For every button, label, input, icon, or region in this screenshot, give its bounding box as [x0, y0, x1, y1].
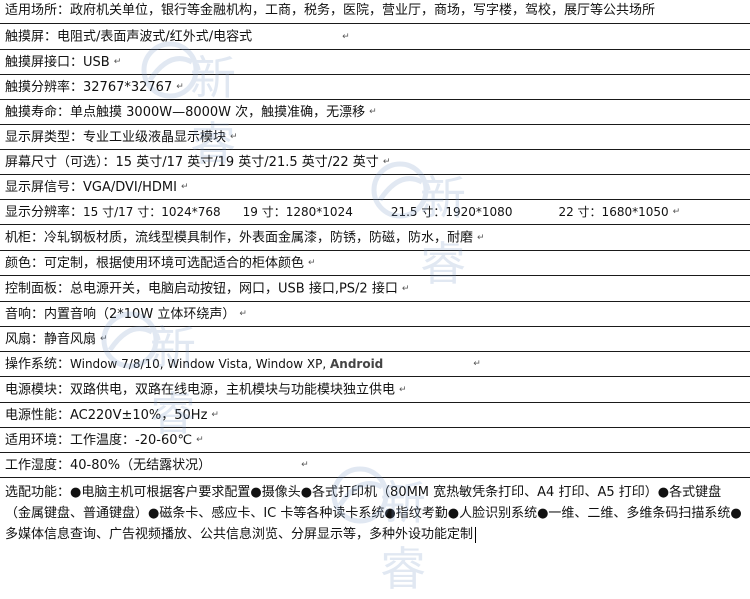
paragraph-mark-icon: ↵ [176, 82, 184, 92]
spec-document: 适用场所：政府机关单位，银行等金融机构，工商，税务，医院，营业厅，商场，写字楼，… [0, 0, 750, 596]
row-label: 适用场所： [5, 3, 71, 18]
resolution-21-5: 21.5 寸：1920*1080 [390, 205, 513, 219]
row-value: 单点触摸 3000W—8000W 次，触摸准确，无漂移 [70, 105, 366, 120]
paragraph-mark-icon: ↵ [301, 460, 309, 470]
row-value: AC220V±10%，50Hz [70, 408, 208, 423]
row-label: 风扇： [5, 332, 45, 347]
row-value: 专业工业级液晶显示模块 [83, 130, 227, 145]
spec-row-control-panel: 控制面板：总电源开关，电脑启动按钮，网口，USB 接口,PS/2 接口 ↵ [0, 276, 750, 302]
row-value: 电阻式/表面声波式/红外式/电容式 [57, 29, 253, 45]
spec-row-power-module: 电源模块：双路供电，双路在线电源，主机模块与功能模块独立供电 ↵ [0, 377, 750, 403]
row-label: 适用环境： [5, 433, 71, 448]
row-label: 触摸寿命： [5, 105, 71, 120]
row-value: 总电源开关，电脑启动按钮，网口，USB 接口,PS/2 接口 [70, 281, 398, 297]
row-label: 操作系统： [5, 357, 71, 372]
spec-row-fan: 风扇：静音风扇 ↵ [0, 327, 750, 352]
spec-row-touchscreen: 触摸屏：电阻式/表面声波式/红外式/电容式 ↵ [0, 24, 750, 50]
row-label: 控制面板： [5, 281, 71, 297]
row-label: 音响： [5, 307, 45, 322]
row-value: 15 英寸/17 英寸/19 英寸/21.5 英寸/22 英寸 [115, 155, 379, 170]
row-label: 机柜： [5, 230, 45, 246]
paragraph-mark-icon: ↵ [342, 32, 350, 42]
paragraph-mark-icon: ↵ [369, 107, 377, 117]
spec-row-humidity: 工作湿度：40-80%（无结露状况） ↵ [0, 453, 750, 478]
spec-row-os: 操作系统：Window 7/8/10, Window Vista, Window… [0, 352, 750, 377]
paragraph-mark-icon: ↵ [477, 233, 485, 243]
row-label: 颜色： [5, 256, 45, 271]
spec-row-display-signal: 显示屏信号：VGA/DVI/HDMI ↵ [0, 175, 750, 200]
paragraph-mark-icon: ↵ [399, 385, 407, 395]
paragraph-mark-icon: ↵ [113, 57, 122, 67]
row-value: 内置音响（2*10W 立体环绕声） [44, 307, 236, 322]
spec-row-touch-resolution: 触摸分辨率：32767*32767 ↵ [0, 75, 750, 100]
spec-row-audio: 音响：内置音响（2*10W 立体环绕声） ↵ [0, 302, 750, 327]
text-cursor [475, 526, 477, 543]
paragraph-mark-icon: ↵ [180, 182, 189, 192]
row-label: 电源性能： [5, 408, 71, 423]
spec-row-color: 颜色：可定制，根据使用环境可选配适合的柜体颜色 ↵ [0, 251, 750, 276]
paragraph-mark-icon: ↵ [382, 157, 391, 167]
paragraph-mark-icon: ↵ [473, 359, 481, 369]
row-label: 显示屏信号： [5, 180, 84, 195]
row-value: 工作温度：-20-60℃ [70, 433, 193, 448]
spec-row-options: 选配功能：●电脑主机可根据客户要求配置●摄像头●各式打印机（80MM 宽热敏凭条… [0, 478, 750, 548]
spec-row-display-type: 显示屏类型：专业工业级液晶显示模块 ↵ [0, 125, 750, 150]
row-value: 32767*32767 [83, 80, 173, 95]
resolution-19: 19 寸：1280*1024 [242, 205, 353, 219]
spec-row-touch-interface: 触摸屏接口：USB ↵ [0, 50, 750, 75]
row-label: 选配功能： [5, 485, 71, 500]
paragraph-mark-icon: ↵ [230, 132, 238, 142]
paragraph-mark-icon: ↵ [672, 207, 681, 217]
paragraph-mark-icon: ↵ [401, 284, 410, 294]
row-value: VGA/DVI/HDMI [83, 180, 177, 195]
spec-row-screen-size: 屏幕尺寸（可选）：15 英寸/17 英寸/19 英寸/21.5 英寸/22 英寸… [0, 150, 750, 175]
row-value: ●电脑主机可根据客户要求配置●摄像头●各式打印机（80MM 宽热敏凭条打印、A4… [5, 485, 742, 542]
spec-row-power-spec: 电源性能：AC220V±10%，50Hz ↵ [0, 403, 750, 428]
spec-row-venues: 适用场所：政府机关单位，银行等金融机构，工商，税务，医院，营业厅，商场，写字楼，… [0, 0, 750, 24]
paragraph-mark-icon: ↵ [100, 334, 108, 344]
row-value: Window 7/8/10, Window Vista, Window XP, [70, 357, 327, 371]
row-label: 屏幕尺寸（可选）： [5, 155, 116, 170]
row-value: 40-80%（无结露状况） [70, 458, 212, 473]
row-value: 可定制，根据使用环境可选配适合的柜体颜色 [44, 256, 305, 271]
spec-row-display-resolution: 显示分辨率：15 寸/17 寸：1024*768 19 寸：1280*1024 21… [0, 200, 750, 225]
row-label: 触摸分辨率： [5, 80, 84, 95]
row-label: 显示分辨率： [5, 205, 84, 220]
paragraph-mark-icon: ↵ [239, 309, 247, 319]
row-value: 冷轧钢板材质，流线型模具制作，外表面金属漆，防锈，防磁，防水，耐磨 [44, 230, 474, 246]
spec-row-environment: 适用环境：工作温度：-20-60℃ ↵ [0, 428, 750, 453]
spec-row-cabinet: 机柜：冷轧钢板材质，流线型模具制作，外表面金属漆，防锈，防磁，防水，耐磨 ↵ [0, 225, 750, 251]
row-label: 电源模块： [5, 382, 71, 398]
resolution-15-17: 15 寸/17 寸：1024*768 [83, 205, 221, 219]
row-value: 静音风扇 [44, 332, 97, 347]
row-label: 触摸屏接口： [5, 55, 84, 70]
paragraph-mark-icon: ↵ [211, 410, 219, 420]
paragraph-mark-icon: ↵ [308, 258, 316, 268]
row-label: 触摸屏： [5, 29, 58, 45]
paragraph-mark-icon: ↵ [196, 435, 204, 445]
os-android: Android [329, 357, 384, 371]
row-value: USB [83, 55, 110, 70]
row-label: 显示屏类型： [5, 130, 84, 145]
row-label: 工作湿度： [5, 458, 71, 473]
row-value: 双路供电，双路在线电源，主机模块与功能模块独立供电 [70, 382, 396, 398]
spec-row-touch-lifetime: 触摸寿命：单点触摸 3000W—8000W 次，触摸准确，无漂移 ↵ [0, 100, 750, 125]
row-value: 政府机关单位，银行等金融机构，工商，税务，医院，营业厅，商场，写字楼，驾校，展厅… [70, 3, 656, 18]
resolution-22: 22 寸：1680*1050 [558, 205, 669, 219]
